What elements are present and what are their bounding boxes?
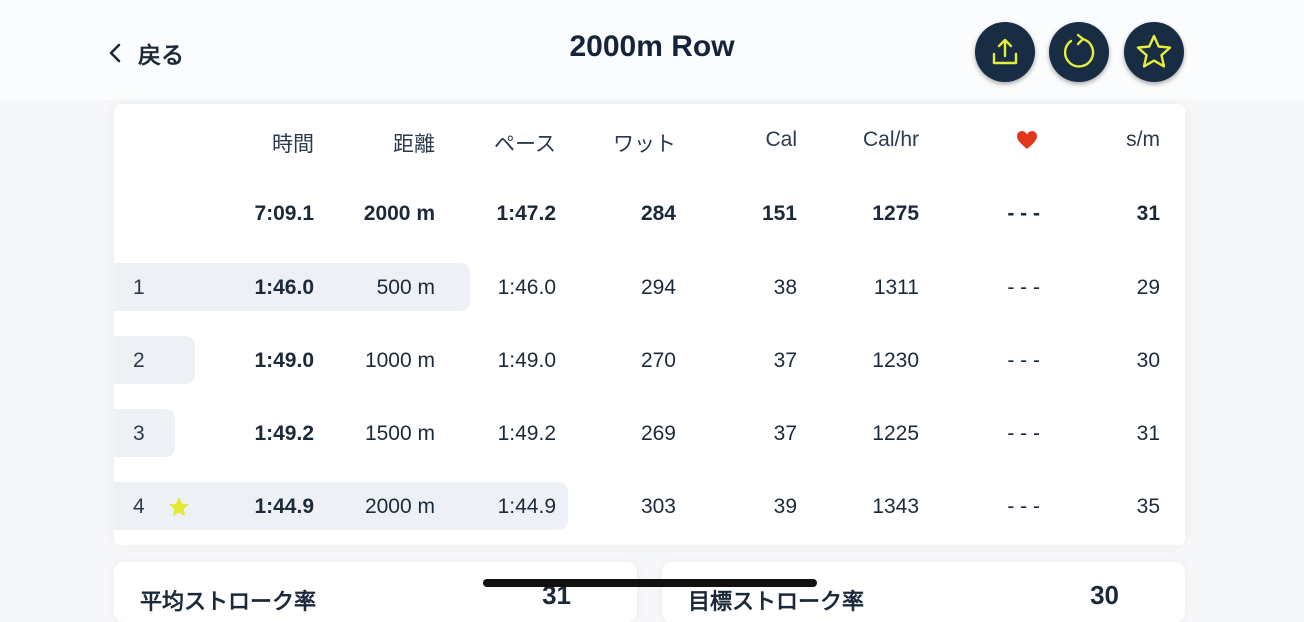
avg-stroke-rate-label: 平均ストローク率 <box>140 589 317 614</box>
header-stroke-rate: s/m <box>1126 128 1160 151</box>
header-distance: 距離 <box>393 133 435 156</box>
lap-cal-hr: 1343 <box>872 495 919 518</box>
share-button[interactable] <box>975 22 1035 82</box>
total-pace: 1:47.2 <box>496 202 556 225</box>
total-distance: 2000 m <box>363 202 435 225</box>
lap-heart-rate: - - - <box>1007 276 1040 299</box>
total-time: 7:09.1 <box>254 202 314 225</box>
lap-watts: 303 <box>640 495 676 518</box>
lap-time: 1:49.0 <box>254 349 314 372</box>
lap-heart-rate: - - - <box>1007 495 1040 518</box>
lap-distance: 1000 m <box>364 349 435 372</box>
header-pace: ペース <box>494 133 556 156</box>
lap-cal: 37 <box>773 422 797 445</box>
header-watts: ワット <box>613 133 676 156</box>
lap-pace: 1:44.9 <box>497 495 556 518</box>
lap-number: 2 <box>133 349 145 372</box>
lap-stroke-rate: 31 <box>1136 422 1160 445</box>
lap-watts: 270 <box>640 349 676 372</box>
lap-number: 4 <box>133 495 145 518</box>
lap-stroke-rate: 30 <box>1136 349 1160 372</box>
total-stroke-rate: 31 <box>1136 202 1160 225</box>
total-heart-rate: - - - <box>1007 202 1040 225</box>
header-time: 時間 <box>272 133 314 156</box>
total-watts: 284 <box>640 202 676 225</box>
lap-number: 3 <box>133 422 145 445</box>
lap-2-highlight <box>114 336 195 384</box>
refresh-icon <box>1063 33 1095 68</box>
lap-watts: 294 <box>640 276 676 299</box>
star-icon <box>1136 34 1172 68</box>
lap-distance: 1500 m <box>364 422 435 445</box>
header-cal: Cal <box>765 128 797 151</box>
favorite-button[interactable] <box>1124 22 1184 82</box>
split-table-card: 時間 距離 ペース ワット Cal Cal/hr s/m 7:09.1 2000… <box>114 104 1185 545</box>
lap-watts: 269 <box>640 422 676 445</box>
target-stroke-rate-card[interactable]: 目標ストローク率 30 <box>662 562 1185 622</box>
home-indicator[interactable] <box>483 579 817 587</box>
lap-cal: 39 <box>773 495 797 518</box>
lap-cal: 38 <box>773 276 797 299</box>
lap-time: 1:49.2 <box>254 422 314 445</box>
lap-pace: 1:49.0 <box>497 349 556 372</box>
lap-pace: 1:46.0 <box>497 276 556 299</box>
lap-stroke-rate: 29 <box>1136 276 1160 299</box>
header-cal-hr: Cal/hr <box>862 128 919 151</box>
lap-cal: 37 <box>773 349 797 372</box>
lap-pace: 1:49.2 <box>497 422 556 445</box>
lap-distance: 2000 m <box>364 495 435 518</box>
lap-cal-hr: 1230 <box>872 349 919 372</box>
lap-heart-rate: - - - <box>1007 422 1040 445</box>
avg-stroke-rate-card[interactable]: 平均ストローク率 31 <box>114 562 637 622</box>
target-stroke-rate-label: 目標ストローク率 <box>688 589 865 614</box>
lap-cal-hr: 1311 <box>873 276 919 299</box>
upload-icon <box>992 38 1018 65</box>
lap-number: 1 <box>133 276 145 299</box>
heart-icon <box>1017 131 1037 149</box>
target-stroke-rate-value: 30 <box>1090 580 1119 610</box>
lap-time: 1:44.9 <box>254 495 314 518</box>
best-lap-star-icon <box>169 497 189 517</box>
total-cal: 151 <box>761 202 797 225</box>
top-bar: 戻る 2000m Row <box>0 0 1304 100</box>
lap-time: 1:46.0 <box>254 276 314 299</box>
lap-stroke-rate: 35 <box>1136 495 1160 518</box>
redo-button[interactable] <box>1049 22 1109 82</box>
total-cal-hr: 1275 <box>872 202 919 225</box>
lap-heart-rate: - - - <box>1007 349 1040 372</box>
lap-cal-hr: 1225 <box>872 422 919 445</box>
lap-distance: 500 m <box>376 276 435 299</box>
